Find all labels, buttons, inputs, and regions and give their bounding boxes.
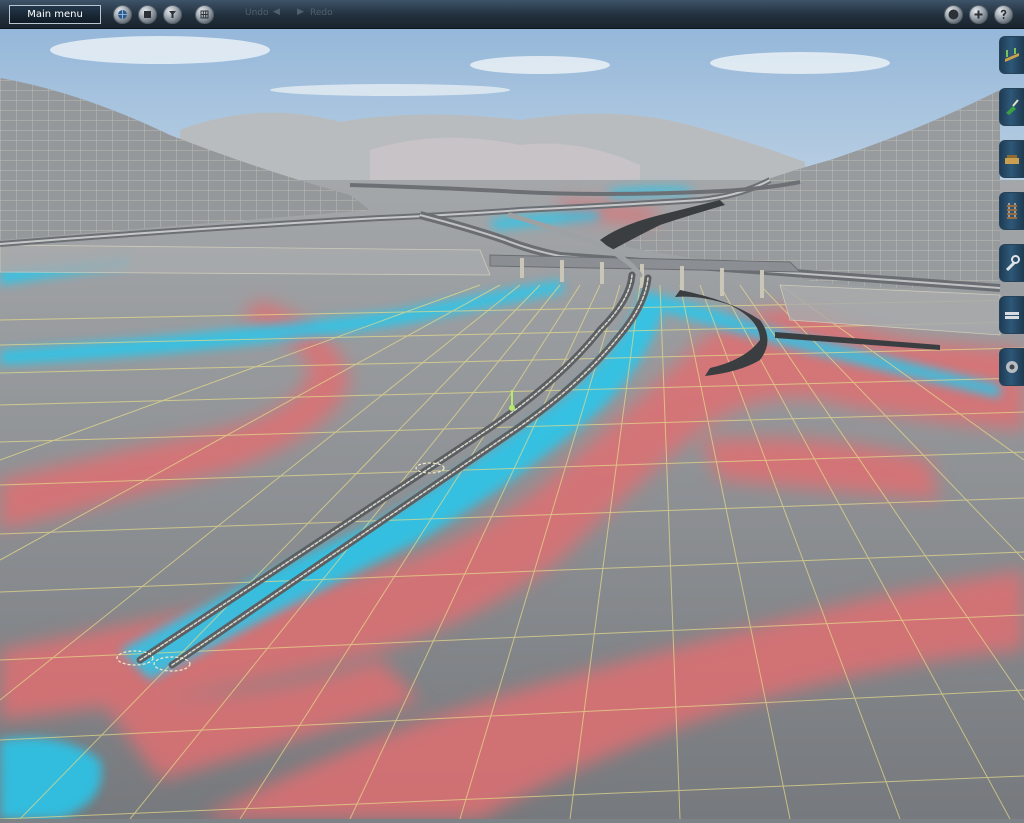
undo-button[interactable]: Undo [245,8,269,18]
layers-tool-icon[interactable] [999,296,1024,334]
stop-icon[interactable] [138,5,157,24]
paint-tool-icon[interactable] [999,88,1024,126]
object-tool-icon[interactable] [999,140,1024,178]
help-icon[interactable] [994,5,1013,24]
grid-icon[interactable] [195,5,214,24]
wrench-tool-icon[interactable] [999,244,1024,282]
sphere-icon[interactable] [944,5,963,24]
track-tool-icon[interactable] [999,36,1024,74]
settings-tool-icon[interactable] [999,348,1024,386]
redo-arrow-icon: ▶ [297,7,304,17]
undo-arrow-icon: ◀ [273,7,280,17]
main-menu-button[interactable]: Main menu [9,5,101,24]
redo-button[interactable]: Redo [310,8,333,18]
terrain-scene[interactable] [0,0,1024,820]
globe-icon[interactable] [113,5,132,24]
camera-icon[interactable] [163,5,182,24]
top-toolbar: Main menu Undo ◀ ▶ Redo [0,0,1024,29]
add-icon[interactable] [969,5,988,24]
3d-viewport[interactable] [0,0,1024,820]
rail-tool-icon[interactable] [999,192,1024,230]
